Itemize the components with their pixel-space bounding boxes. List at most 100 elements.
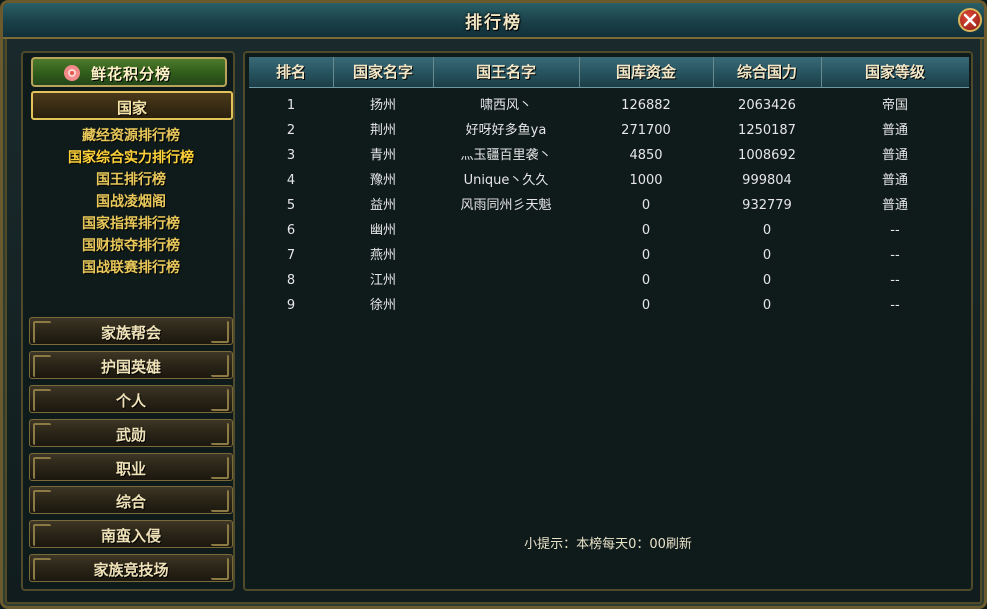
table-cell: 风雨同州彡天魁 [460,198,552,213]
table-cell: 0 [641,248,651,263]
table-cell: 幽州 [369,223,396,238]
table-cell: 8 [286,273,296,288]
table-row[interactable]: 3 青州 灬玉疆百里袭丶 4850 1008692 普通 [249,143,969,168]
table-cell: 扬州 [369,98,396,113]
table-cell: 9 [286,298,296,313]
flower-icon [64,65,80,81]
column-header[interactable]: 综合国力 [713,57,822,87]
table-cell: -- [890,298,900,313]
refresh-hint: 小提示：本榜每天0：00刷新 [524,537,692,552]
table-cell [433,268,579,293]
table-cell: 3 [286,148,296,163]
table-cell: 0 [762,223,772,238]
sidebar-subitem[interactable]: 国家综合实力排行榜 [31,147,231,169]
table-cell: 益州 [369,198,396,213]
category-list: 家族帮会护国英雄个人武勋职业综合南蛮入侵家族竞技场 [29,317,233,588]
table-cell: 0 [762,298,772,313]
table-cell: -- [890,248,900,263]
table-cell [433,243,579,268]
table-row[interactable]: 7 燕州 0 0 -- [249,243,969,268]
flower-ranking-label: 鲜花积分榜 [91,65,172,83]
sidebar: 鲜花积分榜 国家 藏经资源排行榜 国家综合实力排行榜 国王排行榜 国战凌烟阁 国家指挥排… [21,51,235,591]
country-category-button[interactable]: 国家 [31,91,233,120]
table-cell [433,293,579,318]
table-cell: 1 [286,98,296,113]
country-subcategory-list: 藏经资源排行榜 国家综合实力排行榜 国王排行榜 国战凌烟阁 国家指挥排行榜 国财掠夺排行榜… [31,125,231,279]
table-cell: -- [890,223,900,238]
column-header[interactable]: 国家等级 [821,57,969,87]
table-cell: 普通 [881,123,908,138]
table-row[interactable]: 1 扬州 啸西风丶 126882 2063426 帝国 [249,93,969,118]
table-cell: 荆州 [369,123,396,138]
table-cell: 0 [641,198,651,213]
sidebar-subitem[interactable]: 国战联赛排行榜 [31,257,231,279]
sidebar-subitem[interactable]: 国财掠夺排行榜 [31,235,231,257]
table-cell [433,218,579,243]
table-cell: 999804 [742,173,792,188]
table-cell: 普通 [881,198,908,213]
table-row[interactable]: 9 徐州 0 0 -- [249,293,969,318]
column-header[interactable]: 国库资金 [579,57,714,87]
category-button[interactable]: 南蛮入侵 [29,520,233,549]
table-cell: 1000 [629,173,663,188]
table-row[interactable]: 5 益州 风雨同州彡天魁 0 932779 普通 [249,193,969,218]
category-button-label: 职业 [115,459,146,478]
table-cell: 4850 [629,148,663,163]
table-cell: 126882 [621,98,671,113]
table-cell: 0 [641,298,651,313]
table-cell: 啸西风丶 [479,98,532,113]
flower-ranking-button[interactable]: 鲜花积分榜 [31,57,227,87]
category-button-label: 家族帮会 [100,324,161,342]
sidebar-subitem[interactable]: 藏经资源排行榜 [31,125,231,147]
country-category-label: 国家 [116,99,147,117]
table-cell: 5 [286,198,296,213]
table-row[interactable]: 2 荆州 好呀好多鱼ya 271700 1250187 普通 [249,118,969,143]
category-button[interactable]: 家族帮会 [29,317,233,345]
table-cell: 7 [286,248,296,263]
table-row[interactable]: 4 豫州 Unique丶久久 1000 999804 普通 [249,168,969,193]
ranking-panel: 排名 国家名字 国王名字 国库资金 综合国力 国家等级 1 扬州 啸西风丶 126882 2063… [243,51,973,591]
category-button-label: 个人 [115,391,146,410]
sidebar-subitem[interactable]: 国战凌烟阁 [31,191,231,213]
table-cell: 0 [641,223,651,238]
table-cell: 1250187 [738,123,796,138]
ranking-window: 排行榜 鲜花积分榜 国家 藏经资源排行榜 国家综合实力排行榜 国王排行榜 国战凌烟阁国… [0,0,987,609]
table-cell: 0 [641,273,651,288]
table-cell: 0 [762,273,772,288]
window-title: 排行榜 [465,13,522,33]
column-header[interactable]: 国家名字 [333,57,434,87]
table-cell: 1008692 [738,148,796,163]
table-row[interactable]: 6 幽州 0 0 -- [249,218,969,243]
table-cell: 4 [286,173,296,188]
table-cell: 燕州 [369,248,396,263]
table-cell: 灬玉疆百里袭丶 [460,148,552,163]
category-button[interactable]: 职业 [29,452,233,481]
table-body: 1 扬州 啸西风丶 126882 2063426 帝国 2 荆州 好呀好多鱼ya 271700 12… [249,93,969,318]
category-button-label: 护国英雄 [100,357,161,376]
table-cell: 932779 [742,198,792,213]
close-button[interactable] [958,8,982,32]
category-button[interactable]: 武勋 [29,418,233,447]
table-cell: -- [890,273,900,288]
table-row[interactable]: 8 江州 0 0 -- [249,268,969,293]
table-cell: 2 [286,123,296,138]
category-button-label: 武勋 [115,425,146,444]
table-cell: 江州 [369,273,396,288]
category-button[interactable]: 家族竞技场 [29,554,233,583]
sidebar-subitem[interactable]: 国王排行榜 [31,169,231,191]
column-header[interactable]: 排名 [249,57,334,87]
table-cell: 好呀好多鱼ya [465,123,547,138]
table-cell: Unique丶久久 [463,173,549,188]
table-cell: 豫州 [369,173,396,188]
table-header: 排名 国家名字 国王名字 国库资金 综合国力 国家等级 [249,57,969,88]
category-button-label: 综合 [115,493,146,512]
column-header[interactable]: 国王名字 [433,57,580,87]
category-button-label: 家族竞技场 [93,561,169,580]
table-cell: 普通 [881,148,908,163]
sidebar-subitem[interactable]: 国家指挥排行榜 [31,213,231,235]
table-cell: 帝国 [881,98,908,113]
table-cell: 普通 [881,173,908,188]
category-button[interactable]: 综合 [29,486,233,515]
category-button[interactable]: 护国英雄 [29,350,233,379]
category-button[interactable]: 个人 [29,384,233,413]
